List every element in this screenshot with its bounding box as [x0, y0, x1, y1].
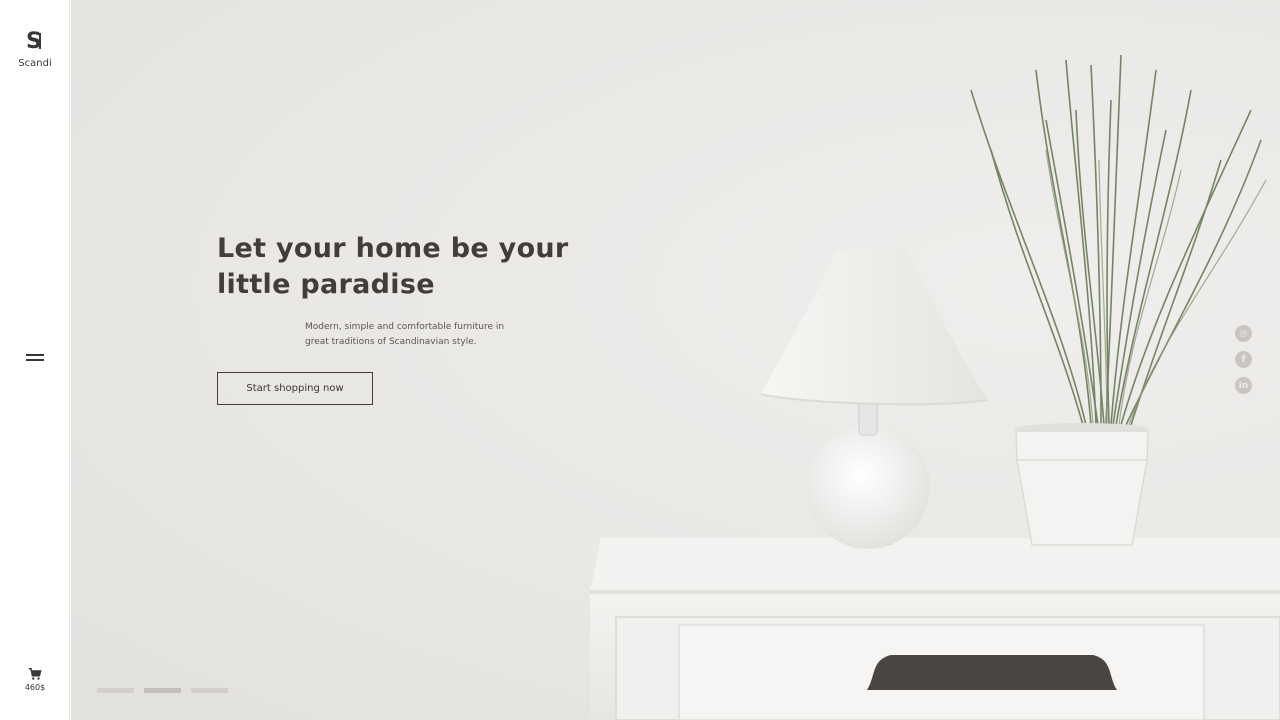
slide-indicator-3[interactable]	[191, 688, 228, 693]
brand-logo[interactable]: S Scandi	[0, 28, 70, 69]
slide-indicators	[97, 688, 228, 693]
hero-subtext: Modern, simple and comfortable furniture…	[305, 320, 505, 350]
cart-button[interactable]: 460$	[0, 667, 70, 692]
hero-headline: Let your home be your little paradise	[217, 231, 577, 303]
social-links: ◎ f in	[1235, 325, 1253, 403]
headline-line-1: Let your home be your	[217, 233, 569, 264]
slide-indicator-1[interactable]	[97, 688, 134, 693]
subtext-line-2: great traditions of Scandinavian style.	[305, 337, 477, 347]
hero-section: Let your home be your little paradise Mo…	[71, 0, 1280, 720]
logo-mark-icon: S	[26, 29, 42, 54]
start-shopping-button[interactable]: Start shopping now	[217, 372, 373, 405]
sidebar: S Scandi 460$	[0, 0, 70, 720]
subtext-line-1: Modern, simple and comfortable furniture…	[305, 322, 505, 332]
hero-image	[590, 54, 1280, 720]
instagram-icon[interactable]: ◎	[1235, 325, 1252, 342]
facebook-icon[interactable]: f	[1235, 351, 1252, 368]
headline-line-2: little paradise	[217, 269, 435, 300]
linkedin-icon[interactable]: in	[1235, 377, 1252, 394]
cart-icon	[28, 668, 42, 680]
brand-name: Scandi	[18, 58, 52, 69]
cart-total: 460$	[24, 683, 46, 692]
hamburger-menu-icon[interactable]	[26, 354, 44, 366]
slide-indicator-2[interactable]	[144, 688, 181, 693]
